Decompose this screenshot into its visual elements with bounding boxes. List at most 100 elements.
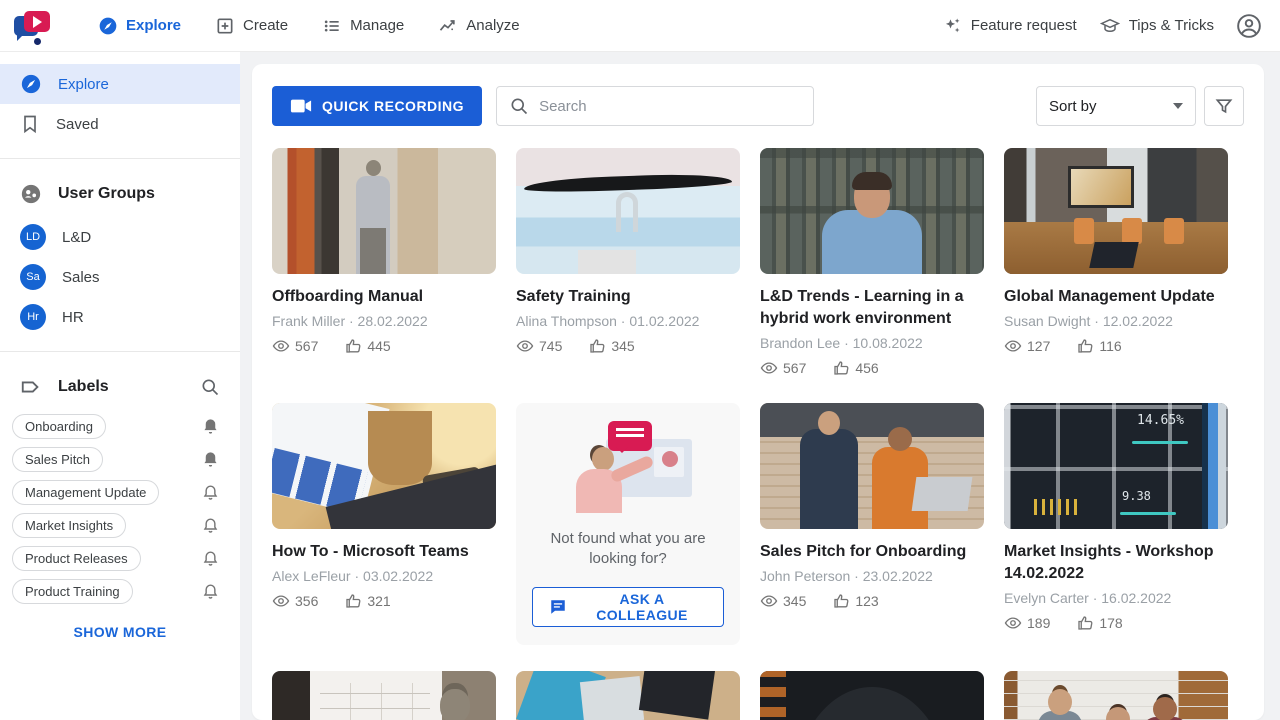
ask-colleague-button[interactable]: ASK A COLLEAGUE: [532, 587, 724, 627]
video-card[interactable]: L&D Trends - Learning in a hybrid work e…: [760, 148, 984, 377]
main-nav: Explore Create Manage Analyze: [84, 8, 534, 44]
video-thumbnail[interactable]: [516, 148, 740, 274]
video-card[interactable]: Safety Training Alina Thompson · 01.02.2…: [516, 148, 740, 377]
video-thumbnail[interactable]: [760, 671, 984, 720]
likes-thumb-icon: [1076, 614, 1094, 632]
video-title: Offboarding Manual: [272, 286, 496, 308]
feature-request-link[interactable]: Feature request: [943, 16, 1077, 36]
sort-by-select[interactable]: Sort by: [1036, 86, 1196, 126]
filter-funnel-icon: [1214, 96, 1234, 116]
bell-outline-icon[interactable]: [201, 549, 220, 568]
views-eye-icon: [272, 337, 290, 355]
video-thumbnail[interactable]: [272, 148, 496, 274]
label-row: Product Training: [0, 575, 240, 608]
user-groups-icon: [20, 183, 42, 205]
video-grid: Offboarding Manual Frank Miller · 28.02.…: [272, 148, 1244, 720]
nav-explore[interactable]: Explore: [84, 8, 195, 44]
video-thumbnail[interactable]: [272, 671, 496, 720]
video-card[interactable]: Sales Pitch for Onboarding John Peterson…: [760, 403, 984, 645]
label-chip-product-training[interactable]: Product Training: [12, 579, 133, 604]
quick-recording-label: QUICK RECORDING: [322, 98, 464, 114]
ask-colleague-illustration: [558, 421, 698, 513]
avatar: LD: [20, 224, 46, 250]
labels-search-icon[interactable]: [200, 377, 220, 397]
video-card[interactable]: [516, 671, 740, 720]
bell-outline-icon[interactable]: [201, 582, 220, 601]
sidebar-group-sales[interactable]: Sa Sales: [0, 257, 240, 297]
video-title: Safety Training: [516, 286, 740, 308]
video-camera-icon: [290, 98, 312, 114]
label-chip-onboarding[interactable]: Onboarding: [12, 414, 106, 439]
video-stats: 745 345: [516, 337, 740, 355]
user-groups-header: User Groups: [0, 173, 240, 217]
quick-recording-button[interactable]: QUICK RECORDING: [272, 86, 482, 126]
video-thumbnail[interactable]: [760, 148, 984, 274]
label-chip-management-update[interactable]: Management Update: [12, 480, 159, 505]
nav-analyze[interactable]: Analyze: [424, 8, 533, 44]
sidebar-group-ld[interactable]: LD L&D: [0, 217, 240, 257]
dashboard-metric: 14.65%: [1137, 413, 1184, 428]
search-input[interactable]: [539, 98, 801, 115]
label-chip-market-insights[interactable]: Market Insights: [12, 513, 126, 538]
content-panel: QUICK RECORDING Sort by: [252, 64, 1264, 720]
views-eye-icon: [1004, 614, 1022, 632]
show-more-button[interactable]: SHOW MORE: [73, 624, 166, 640]
logo-dot: [34, 38, 41, 45]
video-thumbnail[interactable]: 14.65% 9.38: [1004, 403, 1228, 529]
video-card[interactable]: [272, 671, 496, 720]
label-row: Sales Pitch: [0, 443, 240, 476]
likes-thumb-icon: [344, 592, 362, 610]
tips-tricks-link[interactable]: Tips & Tricks: [1099, 16, 1214, 36]
group-label: L&D: [62, 229, 91, 246]
likes-thumb-icon: [1076, 337, 1094, 355]
video-card[interactable]: Global Management Update Susan Dwight · …: [1004, 148, 1228, 377]
video-thumbnail[interactable]: [516, 671, 740, 720]
nav-create[interactable]: Create: [201, 8, 302, 44]
user-groups-title: User Groups: [58, 185, 220, 203]
video-meta: Alina Thompson · 01.02.2022: [516, 313, 740, 329]
label-chip-sales-pitch[interactable]: Sales Pitch: [12, 447, 103, 472]
video-meta: Frank Miller · 28.02.2022: [272, 313, 496, 329]
filter-button[interactable]: [1204, 86, 1244, 126]
video-thumbnail[interactable]: [1004, 671, 1228, 720]
bell-outline-icon[interactable]: [201, 516, 220, 535]
video-meta: Evelyn Carter · 16.02.2022: [1004, 590, 1228, 606]
nav-manage[interactable]: Manage: [308, 8, 418, 44]
video-stats: 356 321: [272, 592, 496, 610]
sidebar-group-hr[interactable]: Hr HR: [0, 297, 240, 337]
video-card[interactable]: 14.65% 9.38 Market Insights - Workshop 1…: [1004, 403, 1228, 645]
sidebar-item-explore[interactable]: Explore: [0, 64, 240, 104]
labels-title: Labels: [58, 378, 184, 396]
views-count: 345: [783, 593, 806, 609]
views-eye-icon: [1004, 337, 1022, 355]
video-title: Global Management Update: [1004, 286, 1228, 308]
plus-square-icon: [215, 16, 235, 36]
profile-avatar-icon[interactable]: [1236, 13, 1262, 39]
video-stats: 345 123: [760, 592, 984, 610]
video-thumbnail[interactable]: [760, 403, 984, 529]
video-thumbnail[interactable]: [1004, 148, 1228, 274]
video-card[interactable]: [1004, 671, 1228, 720]
views-eye-icon: [272, 592, 290, 610]
video-meta: Brandon Lee · 10.08.2022: [760, 335, 984, 351]
app-logo[interactable]: [10, 6, 56, 46]
bell-filled-icon[interactable]: [201, 417, 220, 436]
video-card[interactable]: [760, 671, 984, 720]
compass-icon: [98, 16, 118, 36]
label-chip-product-releases[interactable]: Product Releases: [12, 546, 141, 571]
top-bar-right: Feature request Tips & Tricks: [943, 13, 1262, 39]
group-label: Sales: [62, 269, 100, 286]
nav-manage-label: Manage: [350, 17, 404, 34]
video-card[interactable]: How To - Microsoft Teams Alex LeFleur · …: [272, 403, 496, 645]
sidebar-saved-label: Saved: [56, 116, 99, 133]
compass-icon: [20, 73, 42, 95]
avatar: Sa: [20, 264, 46, 290]
video-thumbnail[interactable]: [272, 403, 496, 529]
video-title: Market Insights - Workshop 14.02.2022: [1004, 541, 1228, 585]
video-card[interactable]: Offboarding Manual Frank Miller · 28.02.…: [272, 148, 496, 377]
list-icon: [322, 16, 342, 36]
bell-outline-icon[interactable]: [201, 483, 220, 502]
ask-colleague-button-label: ASK A COLLEAGUE: [577, 591, 707, 623]
sidebar-item-saved[interactable]: Saved: [0, 104, 240, 144]
bell-filled-icon[interactable]: [201, 450, 220, 469]
